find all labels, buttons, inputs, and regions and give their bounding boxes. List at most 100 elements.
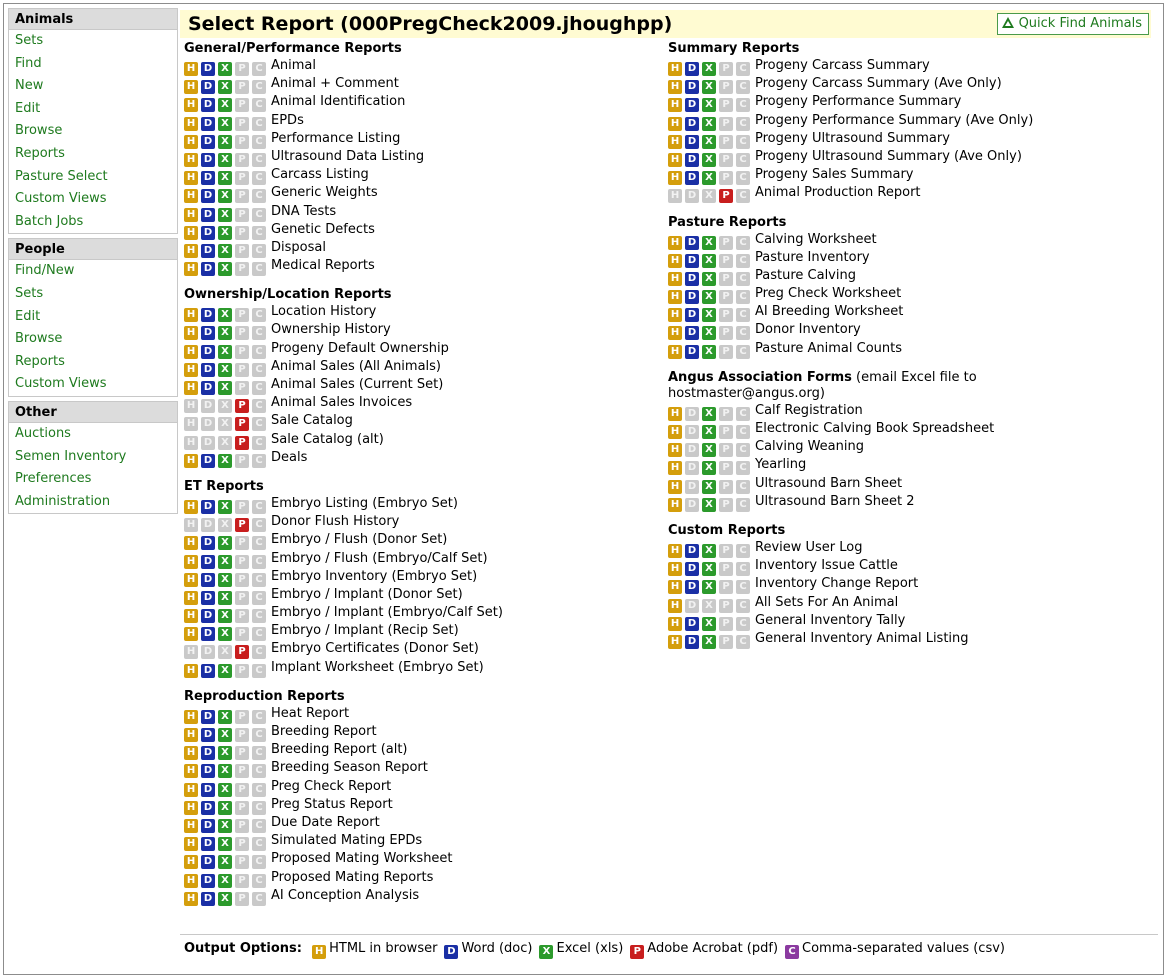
doc-format-badge[interactable]: D: [685, 271, 699, 286]
xls-format-badge[interactable]: X: [218, 116, 232, 131]
doc-format-badge[interactable]: D: [201, 308, 215, 323]
html-format-badge[interactable]: H: [184, 746, 198, 761]
html-format-badge[interactable]: H: [184, 663, 198, 678]
html-format-badge[interactable]: H: [668, 308, 682, 323]
doc-format-badge[interactable]: D: [201, 381, 215, 395]
xls-format-badge[interactable]: X: [218, 728, 232, 742]
html-format-badge[interactable]: H: [184, 572, 198, 587]
xls-format-badge[interactable]: X: [218, 134, 232, 149]
xls-format-badge[interactable]: X: [218, 344, 232, 359]
html-format-badge[interactable]: H: [668, 461, 682, 476]
xls-format-badge[interactable]: X: [218, 171, 232, 186]
html-format-badge[interactable]: H: [184, 891, 198, 906]
doc-format-badge[interactable]: D: [201, 627, 215, 642]
doc-format-badge[interactable]: D: [201, 764, 215, 779]
doc-format-badge[interactable]: D: [201, 873, 215, 888]
xls-format-badge[interactable]: X: [218, 746, 232, 761]
doc-format-badge[interactable]: D: [201, 709, 215, 724]
html-format-badge[interactable]: H: [184, 627, 198, 642]
html-format-badge[interactable]: H: [184, 609, 198, 624]
html-format-badge[interactable]: H: [668, 562, 682, 577]
doc-format-badge[interactable]: D: [201, 134, 215, 149]
doc-format-badge[interactable]: D: [201, 837, 215, 852]
html-format-badge[interactable]: H: [184, 873, 198, 888]
doc-format-badge[interactable]: D: [201, 80, 215, 95]
doc-format-badge[interactable]: D: [201, 746, 215, 761]
pdf-format-badge[interactable]: P: [235, 435, 249, 450]
doc-format-badge[interactable]: D: [201, 326, 215, 341]
xls-format-badge[interactable]: X: [218, 590, 232, 605]
xls-format-badge[interactable]: X: [218, 326, 232, 341]
html-format-badge[interactable]: H: [668, 425, 682, 439]
html-format-badge[interactable]: H: [668, 235, 682, 250]
xls-format-badge[interactable]: X: [218, 855, 232, 870]
html-format-badge[interactable]: H: [668, 152, 682, 167]
xls-format-badge[interactable]: X: [702, 443, 716, 458]
html-format-badge[interactable]: H: [668, 443, 682, 458]
xls-format-badge[interactable]: X: [218, 873, 232, 888]
doc-format-badge[interactable]: D: [201, 891, 215, 906]
doc-format-badge[interactable]: D: [201, 98, 215, 113]
xls-format-badge[interactable]: X: [218, 818, 232, 833]
xls-format-badge[interactable]: X: [702, 562, 716, 577]
sidebar-item-animals-edit[interactable]: Edit: [9, 98, 177, 121]
xls-format-badge[interactable]: X: [218, 709, 232, 724]
doc-format-badge[interactable]: D: [685, 634, 699, 649]
html-format-badge[interactable]: H: [668, 580, 682, 595]
xls-format-badge[interactable]: X: [218, 189, 232, 204]
html-format-badge[interactable]: H: [184, 171, 198, 186]
html-format-badge[interactable]: H: [184, 62, 198, 76]
html-format-badge[interactable]: H: [668, 616, 682, 631]
doc-format-badge[interactable]: D: [201, 663, 215, 678]
doc-format-badge[interactable]: D: [201, 572, 215, 587]
sidebar-item-people-find-new[interactable]: Find/New: [9, 260, 177, 283]
doc-format-badge[interactable]: D: [685, 344, 699, 359]
doc-format-badge[interactable]: D: [201, 536, 215, 551]
sidebar-item-people-custom-views[interactable]: Custom Views: [9, 373, 177, 396]
sidebar-item-animals-new[interactable]: New: [9, 75, 177, 98]
xls-format-badge[interactable]: X: [702, 616, 716, 631]
xls-format-badge[interactable]: X: [702, 479, 716, 494]
sidebar-item-other-auctions[interactable]: Auctions: [9, 423, 177, 446]
xls-format-badge[interactable]: X: [702, 308, 716, 323]
html-format-badge[interactable]: H: [184, 134, 198, 149]
xls-format-badge[interactable]: X: [702, 171, 716, 186]
xls-format-badge[interactable]: X: [218, 453, 232, 468]
html-format-badge[interactable]: H: [184, 243, 198, 258]
xls-format-badge[interactable]: X: [218, 627, 232, 642]
pdf-format-badge[interactable]: P: [235, 399, 249, 414]
doc-format-badge[interactable]: D: [685, 326, 699, 341]
doc-format-badge[interactable]: D: [201, 800, 215, 815]
html-format-badge[interactable]: H: [184, 764, 198, 779]
sidebar-item-animals-reports[interactable]: Reports: [9, 143, 177, 166]
html-format-badge[interactable]: H: [184, 453, 198, 468]
html-format-badge[interactable]: H: [184, 728, 198, 742]
xls-format-badge[interactable]: X: [702, 116, 716, 131]
doc-format-badge[interactable]: D: [685, 308, 699, 323]
html-format-badge[interactable]: H: [668, 344, 682, 359]
xls-format-badge[interactable]: X: [218, 800, 232, 815]
html-format-badge[interactable]: H: [668, 290, 682, 305]
html-format-badge[interactable]: H: [668, 271, 682, 286]
html-format-badge[interactable]: H: [184, 344, 198, 359]
xls-format-badge[interactable]: X: [702, 461, 716, 476]
xls-format-badge[interactable]: X: [218, 262, 232, 277]
xls-format-badge[interactable]: X: [218, 243, 232, 258]
xls-format-badge[interactable]: X: [702, 580, 716, 595]
doc-format-badge[interactable]: D: [685, 62, 699, 76]
html-format-badge[interactable]: H: [184, 855, 198, 870]
xls-format-badge[interactable]: X: [218, 554, 232, 569]
doc-format-badge[interactable]: D: [685, 616, 699, 631]
xls-format-badge[interactable]: X: [218, 609, 232, 624]
doc-format-badge[interactable]: D: [685, 134, 699, 149]
doc-format-badge[interactable]: D: [201, 728, 215, 742]
html-format-badge[interactable]: H: [184, 782, 198, 797]
xls-format-badge[interactable]: X: [702, 271, 716, 286]
html-format-badge[interactable]: H: [184, 225, 198, 240]
xls-format-badge[interactable]: X: [218, 362, 232, 377]
pdf-format-badge[interactable]: P: [235, 518, 249, 533]
xls-format-badge[interactable]: X: [218, 225, 232, 240]
doc-format-badge[interactable]: D: [685, 80, 699, 95]
doc-format-badge[interactable]: D: [201, 62, 215, 76]
xls-format-badge[interactable]: X: [702, 634, 716, 649]
